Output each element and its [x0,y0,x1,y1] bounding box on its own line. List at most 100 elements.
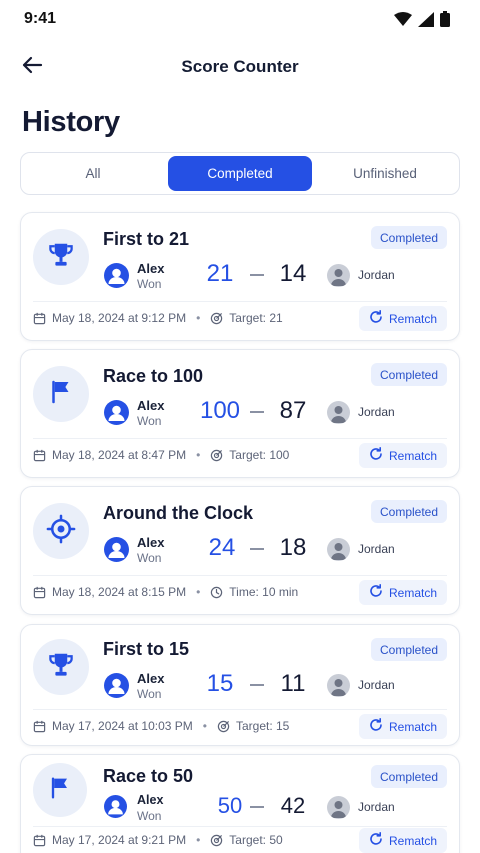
score-separator [250,806,264,808]
avatar [104,400,129,425]
score-separator [250,274,264,276]
status-badge: Completed [371,500,447,523]
game-detail: Target: 50 [229,833,283,847]
crosshair-icon [46,514,76,549]
winner-status: Won [137,277,162,291]
game-meta: May 17, 2024 at 9:21 PM • Target: 50 [33,832,283,848]
battery-icon [440,11,450,32]
game-date: May 17, 2024 at 9:21 PM [52,833,187,847]
refresh-icon [369,584,383,601]
winner-status: Won [137,687,162,701]
rematch-button[interactable]: Rematch [359,714,447,739]
opponent-score: 87 [279,397,307,424]
refresh-icon [369,832,383,849]
page-title: History [22,106,120,138]
winner-score: 24 [208,534,236,561]
flag-icon [46,377,76,412]
status-badge: Completed [371,638,447,661]
game-title: Race to 50 [103,766,194,786]
avatar [104,795,127,818]
opponent-name: Jordan [358,678,395,692]
rematch-label: Rematch [388,311,438,326]
calendar-icon [33,312,46,325]
winner-score: 15 [206,670,234,697]
wifi-icon [394,12,412,31]
refresh-icon [369,447,383,464]
opponent-name: Jordan [358,268,395,282]
avatar [104,263,129,288]
game-date: May 18, 2024 at 9:12 PM [52,311,187,325]
avatar [327,674,350,697]
game-date: May 18, 2024 at 8:15 PM [52,585,187,599]
filter-segmented-control: All Completed Unfinished [20,152,460,195]
game-type-icon-badge [33,763,87,817]
winner-status: Won [137,414,162,428]
game-card[interactable]: Race to 50 Completed Alex Won 50 42 Jord… [20,754,460,853]
winner-score: 21 [206,260,234,287]
game-date: May 18, 2024 at 8:47 PM [52,448,187,462]
avatar [104,537,129,562]
divider [33,709,447,710]
winner-status: Won [137,809,162,823]
game-type-icon-badge [33,503,89,559]
calendar-icon [33,720,46,733]
winner-name: Alex [137,535,165,550]
winner-name: Alex [137,398,165,413]
game-title: Race to 100 [103,366,204,386]
calendar-icon [33,834,46,847]
target-icon [210,834,223,847]
avatar [327,538,350,561]
game-detail: Time: 10 min [229,585,299,599]
game-card[interactable]: Around the Clock Completed Alex Won 24 1… [20,486,460,615]
target-icon [217,720,230,733]
opponent-name: Jordan [358,542,395,556]
clock-icon [210,586,223,599]
divider [33,438,447,439]
game-title: First to 15 [103,639,190,659]
tab-all[interactable]: All [24,156,162,191]
score-separator [250,411,264,413]
game-card[interactable]: First to 21 Completed Alex Won 21 14 Jor… [20,212,460,341]
winner-score: 50 [217,793,243,818]
game-title: Around the Clock [103,503,254,523]
status-time: 9:41 [24,10,57,27]
game-meta: May 18, 2024 at 8:47 PM • Target: 100 [33,447,289,463]
game-meta: May 18, 2024 at 9:12 PM • Target: 21 [33,310,283,326]
opponent-score: 42 [280,793,306,818]
avatar [104,673,129,698]
screen-title: Score Counter [181,57,299,76]
opponent-name: Jordan [358,405,395,419]
rematch-button[interactable]: Rematch [359,580,447,605]
rematch-button[interactable]: Rematch [359,306,447,331]
winner-name: Alex [137,793,164,807]
signal-icon [418,11,434,32]
winner-name: Alex [137,671,165,686]
target-icon [210,312,223,325]
divider [33,575,447,576]
divider [33,301,447,302]
target-icon [210,449,223,462]
opponent-score: 11 [280,670,306,697]
opponent-score: 14 [279,260,307,287]
rematch-button[interactable]: Rematch [359,443,447,468]
game-card[interactable]: Race to 100 Completed Alex Won 100 87 Jo… [20,349,460,478]
game-meta: May 18, 2024 at 8:15 PM • Time: 10 min [33,584,298,600]
game-type-icon-badge [33,366,89,422]
status-icons [394,11,450,32]
game-card[interactable]: First to 15 Completed Alex Won 15 11 Jor… [20,624,460,746]
rematch-button[interactable]: Rematch [359,828,447,853]
winner-status: Won [137,551,162,565]
game-date: May 17, 2024 at 10:03 PM [52,719,193,733]
status-badge: Completed [371,765,447,788]
game-type-icon-badge [33,639,89,695]
trophy-icon [46,650,76,685]
tab-unfinished[interactable]: Unfinished [316,156,454,191]
calendar-icon [33,586,46,599]
score-separator [250,684,264,686]
tab-completed[interactable]: Completed [168,156,312,191]
rematch-label: Rematch [388,833,438,848]
rematch-label: Rematch [388,719,438,734]
score-separator [250,548,264,550]
status-badge: Completed [371,226,447,249]
game-type-icon-badge [33,229,89,285]
